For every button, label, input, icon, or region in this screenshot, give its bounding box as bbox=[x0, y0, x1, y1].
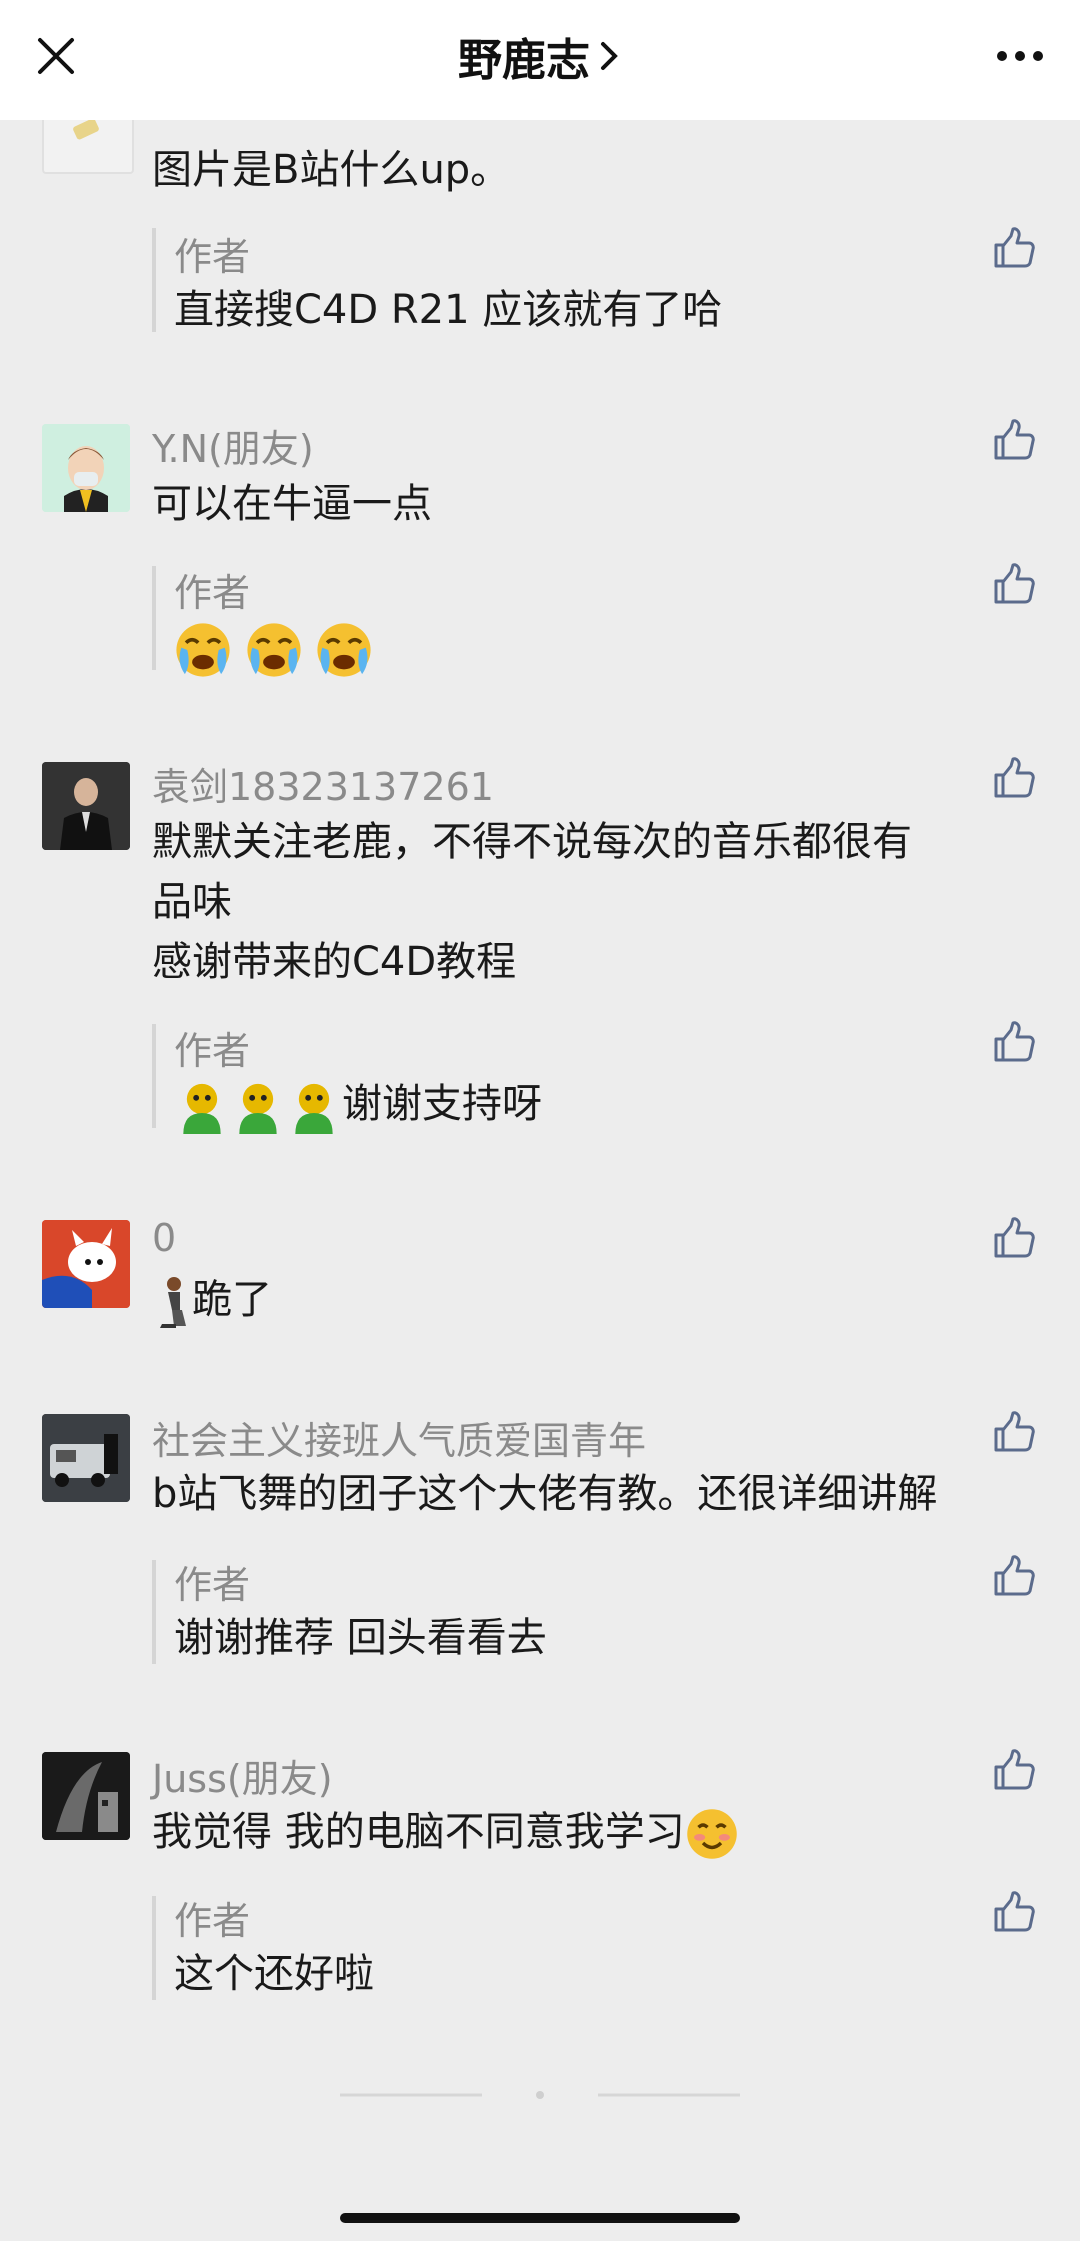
comment-text: 我觉得 我的电脑不同意我学习 bbox=[152, 1802, 1032, 1862]
more-button[interactable] bbox=[988, 28, 1052, 84]
account-title[interactable]: 野鹿志 bbox=[0, 28, 1080, 86]
avatar[interactable] bbox=[42, 1220, 130, 1308]
reply-text: 谢谢推荐 回头看看去 bbox=[174, 1615, 547, 1661]
commenter-name: 社会主义接班人气质爱国青年 bbox=[152, 1419, 647, 1463]
thumbs-up-icon[interactable] bbox=[992, 1216, 1036, 1260]
comment-text: 图片是B站什么up。 bbox=[152, 147, 511, 193]
thumbs-up-icon[interactable] bbox=[992, 756, 1036, 800]
thumbs-up-icon[interactable] bbox=[992, 1410, 1036, 1454]
reply-divider bbox=[152, 228, 156, 332]
reply-author: 作者 bbox=[174, 235, 251, 279]
comment-text: b站飞舞的团子这个大佬有教。还很详细讲解 bbox=[152, 1471, 938, 1517]
avatar[interactable] bbox=[42, 424, 130, 512]
chevron-right-icon bbox=[598, 39, 622, 73]
reply-author: 作者 bbox=[174, 571, 251, 615]
avatar[interactable] bbox=[42, 1752, 130, 1840]
comment-text: 可以在牛逼一点 bbox=[152, 481, 432, 527]
more-dot-icon bbox=[1015, 51, 1025, 61]
sprout-emoji-icon bbox=[295, 1083, 333, 1134]
comment-text-label: 我觉得 我的电脑不同意我学习 bbox=[152, 1809, 685, 1855]
reply-text: 直接搜C4D R21 应该就有了哈 bbox=[174, 287, 723, 333]
account-title-label: 野鹿志 bbox=[458, 35, 590, 86]
comment-text: 跪了 bbox=[152, 1270, 1032, 1330]
comment-text: 默默关注老鹿，不得不说每次的音乐都很有 品味 感谢带来的C4D教程 bbox=[152, 812, 1032, 992]
thumbs-up-icon[interactable] bbox=[992, 562, 1036, 606]
avatar[interactable] bbox=[42, 762, 130, 850]
reply-author: 作者 bbox=[174, 1899, 251, 1943]
home-indicator[interactable] bbox=[340, 2213, 740, 2223]
reply-divider bbox=[152, 1896, 156, 2000]
thumbs-up-icon[interactable] bbox=[992, 1748, 1036, 1792]
thumbs-up-icon[interactable] bbox=[992, 226, 1036, 270]
crying-emoji-icon bbox=[316, 621, 373, 679]
commenter-name: 0 bbox=[152, 1216, 177, 1260]
sprout-emoji-icon bbox=[183, 1083, 221, 1134]
crying-emoji-icon bbox=[245, 621, 303, 679]
blushing-smile-emoji-icon bbox=[686, 1809, 737, 1859]
thumbs-up-icon[interactable] bbox=[992, 1890, 1036, 1934]
more-dot-icon bbox=[1033, 51, 1043, 61]
reply-author: 作者 bbox=[174, 1029, 251, 1073]
comment-text-label: 跪了 bbox=[192, 1277, 272, 1323]
end-of-list-divider bbox=[0, 2086, 1080, 2099]
commenter-name: 袁剑18323137261 bbox=[152, 765, 494, 809]
commenter-name: Y.N(朋友) bbox=[152, 427, 314, 471]
thumbs-up-icon[interactable] bbox=[992, 1020, 1036, 1064]
top-bar: 野鹿志 bbox=[0, 0, 1080, 120]
comment-text-line: 感谢带来的C4D教程 bbox=[152, 939, 517, 985]
thumbs-up-icon[interactable] bbox=[992, 418, 1036, 462]
comment-text-line: 默默关注老鹿，不得不说每次的音乐都很有 bbox=[152, 819, 912, 865]
crying-emoji-icon bbox=[174, 621, 232, 679]
reply-text: 这个还好啦 bbox=[174, 1951, 374, 1997]
reply-text: 谢谢支持呀 bbox=[174, 1074, 542, 1134]
kneeling-person-icon bbox=[160, 1277, 186, 1328]
comment-text-line: 品味 bbox=[152, 879, 232, 925]
reply-divider bbox=[152, 1024, 156, 1128]
reply-author: 作者 bbox=[174, 1563, 251, 1607]
sprout-emoji-icon bbox=[239, 1083, 277, 1134]
avatar[interactable] bbox=[42, 1414, 130, 1502]
more-dot-icon bbox=[997, 51, 1007, 61]
thumbs-up-icon[interactable] bbox=[992, 1554, 1036, 1598]
reply-divider bbox=[152, 1560, 156, 1664]
reply-divider bbox=[152, 566, 156, 670]
reply-text bbox=[174, 618, 373, 679]
reply-text-label: 谢谢支持呀 bbox=[342, 1081, 542, 1127]
commenter-name: Juss(朋友) bbox=[152, 1757, 333, 1801]
